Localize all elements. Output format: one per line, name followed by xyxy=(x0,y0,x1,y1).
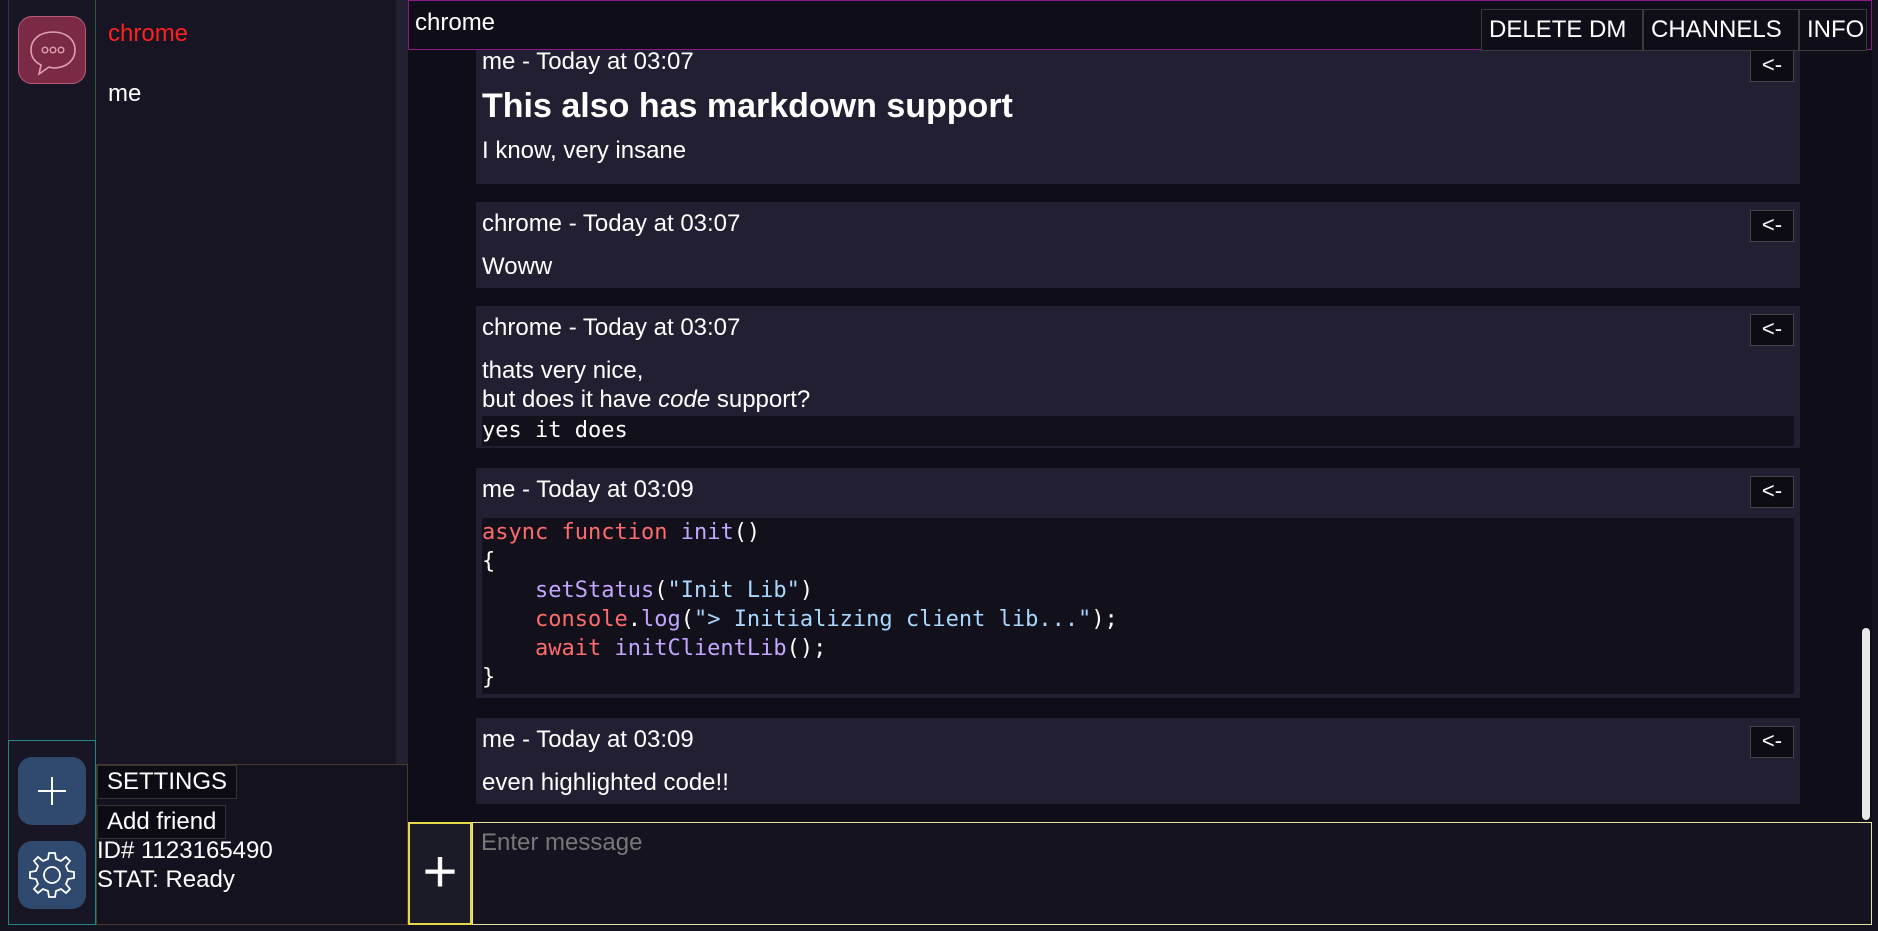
code-punct: ( xyxy=(654,578,668,603)
reply-button[interactable]: <- xyxy=(1750,210,1794,242)
message-line: thats very nice, xyxy=(482,357,644,384)
gear-icon xyxy=(29,852,75,898)
highlighted-code-block: async function init() { setStatus("Init … xyxy=(482,518,1794,694)
dm-list: chrome me xyxy=(96,0,396,764)
channels-button[interactable]: CHANNELS xyxy=(1643,9,1799,51)
message: me - Today at 03:07 <- This also has mar… xyxy=(476,50,1800,184)
markdown-heading: This also has markdown support xyxy=(482,87,1013,125)
message-header: me - Today at 03:07 xyxy=(482,50,694,75)
message-text: even highlighted code!! xyxy=(482,769,729,796)
inline-code-block: yes it does xyxy=(482,416,1794,446)
message: me - Today at 03:09 <- async function in… xyxy=(476,468,1800,698)
code-string: "Init Lib" xyxy=(667,578,800,603)
reply-button[interactable]: <- xyxy=(1750,476,1794,508)
user-panel: SETTINGS Add friend ID# 1123165490 STAT:… xyxy=(96,764,408,925)
message: chrome - Today at 03:07 <- Woww xyxy=(476,202,1800,288)
plus-icon xyxy=(38,777,66,805)
message-text: I know, very insane xyxy=(482,137,687,164)
code-keyword: function xyxy=(561,520,668,545)
message-header: chrome - Today at 03:07 xyxy=(482,314,741,341)
dm-item-me[interactable]: me xyxy=(108,80,141,108)
code-punct: . xyxy=(627,607,641,632)
reply-button[interactable]: <- xyxy=(1750,50,1794,82)
dm-item-chrome[interactable]: chrome xyxy=(108,20,188,48)
chat-header: chrome DELETE DM CHANNELS INFO xyxy=(408,0,1872,51)
chat-bubble-icon[interactable] xyxy=(18,16,86,84)
message-input[interactable] xyxy=(472,822,1872,925)
message-header: chrome - Today at 03:07 xyxy=(482,210,741,237)
code-keyword: async xyxy=(482,520,549,545)
attach-button[interactable]: + xyxy=(408,822,472,925)
message-header: me - Today at 03:09 xyxy=(482,726,694,753)
message: me - Today at 03:09 <- even highlighted … xyxy=(476,718,1800,804)
message: chrome - Today at 03:07 <- thats very ni… xyxy=(476,306,1800,448)
connection-status: STAT: Ready xyxy=(97,866,235,893)
code-punct: (); xyxy=(786,636,827,661)
message-line-text: support? xyxy=(710,386,811,413)
message-text: thats very nice, but does it have code s… xyxy=(482,356,810,414)
code-function: initClientLib xyxy=(614,636,787,661)
chat-title: chrome xyxy=(415,9,496,36)
code-keyword: await xyxy=(534,636,602,661)
settings-button[interactable]: SETTINGS xyxy=(97,765,238,799)
code-punct: { xyxy=(482,549,496,574)
reply-button[interactable]: <- xyxy=(1750,726,1794,758)
delete-dm-button[interactable]: DELETE DM xyxy=(1481,9,1643,51)
message-line-text: but does it have xyxy=(482,386,659,413)
reply-button[interactable]: <- xyxy=(1750,314,1794,346)
message-list: me - Today at 03:07 <- This also has mar… xyxy=(408,50,1872,822)
message-text: Woww xyxy=(482,253,553,280)
code-punct: ); xyxy=(1091,607,1118,632)
code-string: "> Initializing client lib..." xyxy=(693,607,1092,632)
emphasis-text: code xyxy=(658,386,711,413)
code-punct: } xyxy=(482,665,496,690)
dm-list-scrollbar[interactable] xyxy=(396,0,408,764)
server-rail xyxy=(8,0,96,740)
message-header: me - Today at 03:09 xyxy=(482,476,694,503)
info-button[interactable]: INFO xyxy=(1799,9,1867,51)
user-id: ID# 1123165490 xyxy=(97,837,273,864)
code-punct: () xyxy=(733,520,761,545)
code-object: console xyxy=(534,607,628,632)
code-function: setStatus xyxy=(534,578,655,603)
code-function: log xyxy=(640,607,681,632)
message-scrollbar-thumb[interactable] xyxy=(1862,628,1870,820)
rail-actions xyxy=(8,740,96,925)
code-punct: ( xyxy=(680,607,694,632)
add-friend-button[interactable]: Add friend xyxy=(97,805,227,839)
add-server-button[interactable] xyxy=(18,757,86,825)
code-function: init xyxy=(680,520,734,545)
code-punct: ) xyxy=(799,578,814,603)
settings-gear-button[interactable] xyxy=(18,841,86,909)
